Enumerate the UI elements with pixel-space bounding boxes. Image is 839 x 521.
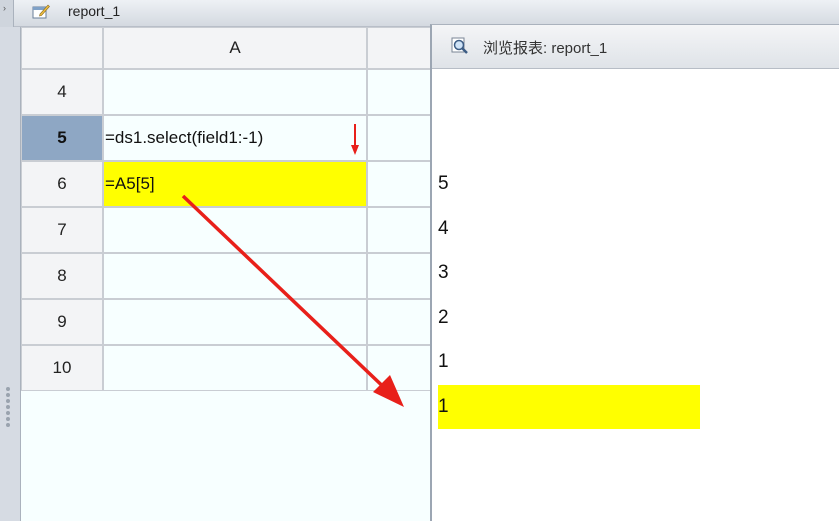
cell-b5[interactable] (367, 115, 431, 161)
row-header-4[interactable]: 4 (21, 69, 103, 115)
cell-b6[interactable] (367, 161, 431, 207)
cell-a6[interactable]: =A5[5] (103, 161, 367, 207)
preview-value-row: 1 (438, 384, 700, 429)
cell-b8[interactable] (367, 253, 431, 299)
preview-value-row: 5 (438, 173, 449, 194)
row-header-9[interactable]: 9 (21, 299, 103, 345)
edit-file-icon (32, 4, 50, 19)
preview-value-row: 4 (438, 217, 449, 239)
cell-a8[interactable] (103, 253, 367, 299)
preview-title: 浏览报表: report_1 (483, 40, 608, 57)
row-header-7[interactable]: 7 (21, 207, 103, 253)
preview-window: 浏览报表: report_1 5 4 3 2 1 1 (430, 24, 839, 521)
row-header-5[interactable]: 5 (21, 115, 103, 161)
row-header-8[interactable]: 8 (21, 253, 103, 299)
row-header-6[interactable]: 6 (21, 161, 103, 207)
report-grid: A 4 5 =ds1.select(field1:-1) 6 =A5[5] 7 8 9 10 (20, 27, 431, 521)
editor-title-bar: › report_1 (0, 0, 839, 27)
magnifier-icon (451, 37, 468, 54)
cell-b4[interactable] (367, 69, 431, 115)
cell-a10[interactable] (103, 345, 367, 391)
column-header-next[interactable] (367, 27, 431, 69)
cell-a5[interactable]: =ds1.select(field1:-1) (103, 115, 367, 161)
preview-title-bar: 浏览报表: report_1 (432, 25, 839, 69)
left-panel-grip[interactable]: › (0, 0, 14, 27)
cell-a9[interactable] (103, 299, 367, 345)
preview-value-row: 1 (438, 351, 449, 372)
cell-b9[interactable] (367, 299, 431, 345)
cell-a4[interactable] (103, 69, 367, 115)
corner-header[interactable] (21, 27, 103, 69)
cell-a7[interactable] (103, 207, 367, 253)
preview-value-row: 2 (438, 306, 449, 328)
row-header-10[interactable]: 10 (21, 345, 103, 391)
splitter-handle[interactable] (6, 385, 12, 435)
column-header-a[interactable]: A (103, 27, 367, 69)
grid-empty-area (21, 389, 431, 521)
editor-tab-title[interactable]: report_1 (68, 3, 120, 19)
preview-value-row: 3 (438, 262, 449, 283)
cell-b7[interactable] (367, 207, 431, 253)
cell-b10[interactable] (367, 345, 431, 391)
